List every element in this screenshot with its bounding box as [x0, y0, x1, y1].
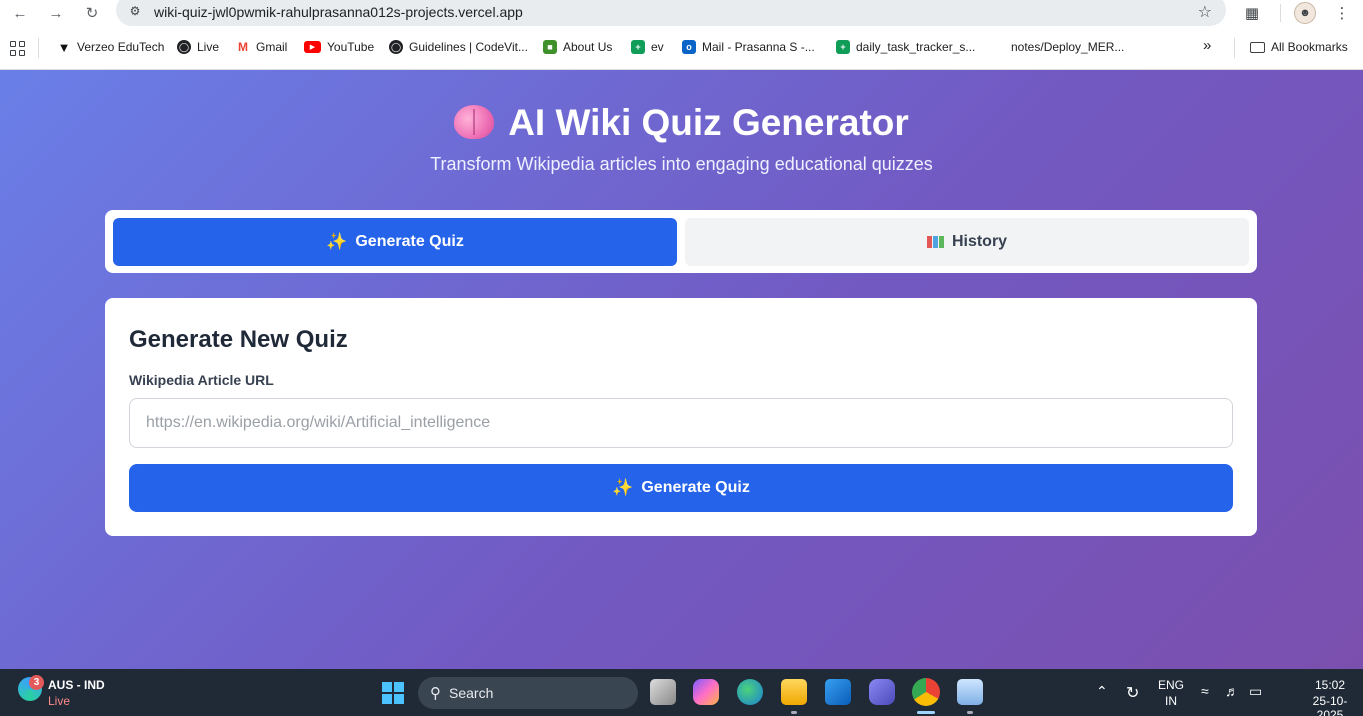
bookmark-label: Verzeo EduTech	[77, 40, 165, 54]
sync-icon[interactable]: ↻	[1126, 683, 1139, 703]
language-code[interactable]: ENG	[1156, 678, 1186, 692]
url-text[interactable]: wiki-quiz-jwl0pwmik-rahulprasanna012s-pr…	[154, 4, 523, 20]
folder-icon	[1250, 41, 1265, 53]
running-indicator	[791, 711, 797, 714]
bookmark-guidelines[interactable]: ◯ Guidelines | CodeVit...	[389, 40, 528, 54]
gmail-icon: M	[236, 40, 250, 54]
bookmark-label: Live	[197, 40, 220, 54]
taskbar-search[interactable]: ⚲ Search	[418, 677, 638, 709]
taskbar-search-label: Search	[449, 685, 494, 701]
wikipedia-url-input[interactable]	[129, 398, 1233, 448]
bookmark-notes[interactable]: notes/Deploy_MER...	[991, 40, 1124, 54]
tab-label: History	[951, 233, 1008, 250]
bookmark-ev[interactable]: + ev	[631, 40, 664, 54]
bookmark-live[interactable]: ◯ Live	[177, 40, 219, 54]
bookmarks-divider	[1234, 38, 1235, 58]
remote-desktop-icon[interactable]	[957, 679, 983, 705]
page-subtitle: Transform Wikipedia articles into engagi…	[430, 154, 933, 174]
teams-icon[interactable]	[869, 679, 895, 705]
windows-start-icon[interactable]	[382, 682, 404, 704]
generate-quiz-button-label: Generate Quiz	[641, 479, 750, 496]
forward-arrow-icon[interactable]: →	[45, 2, 67, 24]
bookmark-gmail[interactable]: M Gmail	[236, 40, 287, 54]
bookmark-label: Mail - Prasanna S -...	[702, 40, 815, 54]
sparkles-icon: ✨	[612, 478, 634, 497]
all-bookmarks-label: All Bookmarks	[1271, 40, 1348, 54]
tab-label: Generate Quiz	[355, 233, 464, 250]
site-settings-icon[interactable]: ⚙	[126, 2, 144, 20]
bookmark-label: daily_task_tracker_s...	[856, 40, 976, 54]
tab-bar: ✨ Generate Quiz History	[105, 210, 1257, 273]
widget-status: Live	[48, 694, 71, 708]
bookmarks-bar: ▼ Verzeo EduTech ◯ Live M Gmail ▶ YouTub…	[0, 26, 1363, 70]
chrome-icon[interactable]	[912, 678, 940, 706]
outlook-icon[interactable]	[825, 679, 851, 705]
bookmark-label: YouTube	[327, 40, 375, 54]
file-explorer-icon[interactable]	[781, 679, 807, 705]
app-header: AI Wiki Quiz Generator	[0, 102, 1363, 144]
tab-generate-quiz[interactable]: ✨ Generate Quiz	[113, 218, 677, 266]
globe-icon: ◯	[177, 40, 191, 54]
more-menu-icon[interactable]: ⋮	[1331, 2, 1353, 24]
star-icon[interactable]: ☆	[1198, 2, 1212, 22]
clock-date[interactable]: 25-10-2025	[1300, 694, 1360, 716]
bookmarks-divider	[38, 38, 39, 58]
bookmarks-overflow-button[interactable]: »	[1203, 37, 1211, 54]
sparkles-icon: ✨	[326, 232, 348, 251]
generate-quiz-button[interactable]: ✨ Generate Quiz	[129, 464, 1233, 512]
bookmark-label: Gmail	[256, 40, 288, 54]
language-region[interactable]: IN	[1156, 694, 1186, 708]
battery-icon[interactable]: ▭	[1249, 683, 1262, 700]
sheets-icon: +	[836, 40, 850, 54]
page-title: AI Wiki Quiz Generator	[508, 102, 909, 143]
form-heading: Generate New Quiz	[129, 326, 348, 353]
active-app-indicator	[917, 711, 935, 714]
outlook-icon: o	[682, 40, 696, 54]
url-field-label: Wikipedia Article URL	[129, 372, 274, 388]
wifi-icon[interactable]: ≈	[1201, 683, 1209, 699]
notion-icon	[991, 40, 1005, 54]
youtube-icon: ▶	[304, 41, 321, 53]
books-icon	[926, 236, 944, 248]
copilot-icon[interactable]	[693, 679, 719, 705]
bookmark-verzeo[interactable]: ▼ Verzeo EduTech	[57, 39, 165, 55]
brain-icon	[454, 105, 495, 139]
browser-toolbar: ← → ↻ ⚙ wiki-quiz-jwl0pwmik-rahulprasann…	[0, 0, 1363, 26]
widget-title[interactable]: AUS - IND	[48, 678, 105, 692]
reload-icon[interactable]: ↻	[81, 2, 103, 24]
site-icon: ■	[543, 40, 557, 54]
address-bar[interactable]: ⚙ wiki-quiz-jwl0pwmik-rahulprasanna012s-…	[116, 0, 1226, 26]
chevron-up-icon[interactable]: ⌃	[1096, 683, 1108, 700]
globe-icon: ◯	[389, 40, 403, 54]
tab-history[interactable]: History	[685, 218, 1249, 266]
bookmark-label: Guidelines | CodeVit...	[409, 40, 528, 54]
bookmark-label: About Us	[563, 40, 613, 54]
running-indicator	[967, 711, 973, 714]
verzeo-icon: ▼	[57, 39, 71, 55]
edge-icon[interactable]	[737, 679, 763, 705]
bookmark-label: notes/Deploy_MER...	[1011, 40, 1125, 54]
generate-quiz-form: Generate New Quiz Wikipedia Article URL …	[105, 298, 1257, 536]
task-view-icon[interactable]	[650, 679, 676, 705]
app-page: AI Wiki Quiz Generator Transform Wikiped…	[0, 70, 1363, 669]
all-bookmarks-button[interactable]: All Bookmarks	[1250, 40, 1348, 54]
extensions-icon[interactable]: ▦	[1241, 2, 1263, 24]
bookmark-about-us[interactable]: ■ About Us	[543, 40, 612, 54]
bookmark-youtube[interactable]: ▶ YouTube	[304, 40, 374, 54]
search-icon: ⚲	[430, 685, 441, 702]
bookmark-mail[interactable]: o Mail - Prasanna S -...	[682, 40, 815, 54]
sheets-icon: +	[631, 40, 645, 54]
back-arrow-icon[interactable]: ←	[9, 2, 31, 24]
apps-icon[interactable]	[10, 41, 25, 56]
windows-taskbar: 3 AUS - IND Live ⚲ Search ⌃ ↻ ENG IN ≈ ♬…	[0, 669, 1363, 716]
bookmark-daily-task-tracker[interactable]: + daily_task_tracker_s...	[836, 40, 975, 54]
volume-icon[interactable]: ♬	[1225, 683, 1239, 699]
toolbar-divider	[1280, 4, 1281, 22]
clock-time[interactable]: 15:02	[1300, 678, 1360, 692]
notification-badge: 3	[29, 675, 44, 690]
profile-avatar[interactable]: ☻	[1294, 2, 1316, 24]
bookmark-label: ev	[651, 40, 664, 54]
